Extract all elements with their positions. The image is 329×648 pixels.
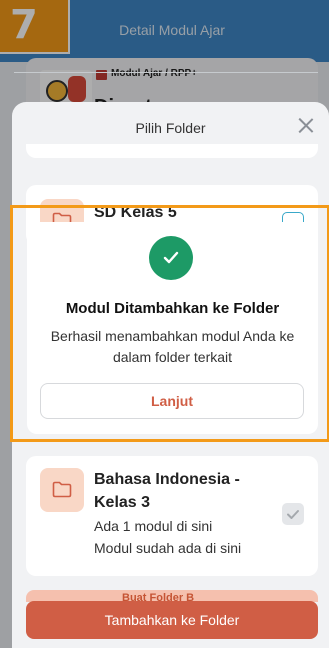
add-to-folder-button[interactable]: Tambahkan ke Folder bbox=[26, 601, 318, 639]
dialog-title: Modul Ditambahkan ke Folder bbox=[65, 300, 280, 317]
folder-name: Bahasa Indonesia - Kelas 3 bbox=[94, 471, 240, 511]
folder-icon bbox=[40, 468, 84, 512]
sheet-title: Pilih Folder bbox=[135, 120, 206, 136]
continue-button[interactable]: Lanjut bbox=[40, 383, 304, 419]
close-icon[interactable] bbox=[297, 116, 315, 134]
folder-status-note: Modul sudah ada di sini bbox=[94, 540, 242, 556]
folder-checkbox-checked[interactable] bbox=[282, 503, 304, 525]
check-circle-icon bbox=[149, 236, 193, 280]
check-icon bbox=[287, 510, 299, 519]
success-dialog: Modul Ditambahkan ke Folder Berhasil men… bbox=[27, 222, 318, 434]
folder-card-partial[interactable] bbox=[26, 144, 318, 158]
divider bbox=[14, 72, 318, 73]
dialog-message: Berhasil menambahkan modul Anda ke dalam… bbox=[50, 328, 295, 365]
folder-module-count: Ada 1 modul di sini bbox=[94, 518, 213, 534]
